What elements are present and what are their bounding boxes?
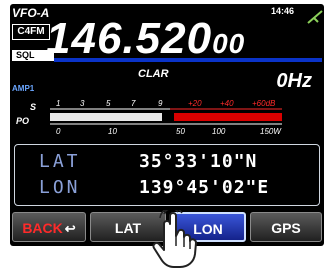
po-meter-label: PO (16, 116, 29, 126)
back-button[interactable]: BACK ↩ (12, 212, 86, 242)
frequency-small: 00 (212, 28, 246, 59)
po-tick-label: 150W (260, 127, 282, 136)
sql-bar (54, 58, 322, 62)
antenna-icon (307, 10, 323, 24)
frequency-display: 146.52000 (46, 14, 245, 64)
s-po-meter: S PO 1 3 5 7 9 +20 +40 +60dB 0 10 50 100… (16, 99, 282, 136)
longitude-value: 139°45'02"E (139, 177, 270, 198)
latitude-label: LAT (39, 151, 81, 172)
s-tick-label: +20 (188, 99, 202, 108)
po-tick-label: 10 (108, 127, 117, 136)
sql-indicator: SQL (12, 50, 54, 61)
s-tick-label: 9 (158, 99, 163, 108)
mode-badge: C4FM (12, 24, 50, 40)
longitude-label: LON (39, 177, 81, 198)
clar-label: CLAR (138, 68, 169, 80)
s-tick-label: 3 (80, 99, 85, 108)
clock: 14:46 (270, 6, 294, 16)
longitude-row: LON 139°45'02"E (15, 177, 319, 203)
meter-bar-white (50, 113, 162, 121)
clar-value: 0Hz (276, 70, 312, 92)
s-tick-label: +60dB (252, 99, 276, 108)
back-button-label: BACK (22, 220, 63, 236)
latitude-row: LAT 35°33'10"N (15, 151, 319, 177)
frequency-main: 146.520 (46, 14, 213, 63)
position-panel: LAT 35°33'10"N LON 139°45'02"E (14, 144, 320, 206)
meter-bar-red (174, 113, 282, 121)
s-meter-label: S (30, 102, 36, 112)
pointing-hand-icon (152, 210, 197, 268)
gps-button[interactable]: GPS (250, 212, 322, 242)
po-tick-label: 50 (176, 127, 185, 136)
s-tick-label: +40 (220, 99, 234, 108)
latitude-value: 35°33'10"N (139, 151, 258, 172)
vfo-label: VFO-A (12, 6, 50, 20)
po-tick-label: 0 (56, 127, 61, 136)
s-tick-label: 1 (56, 99, 60, 108)
amp-label: AMP1 (12, 84, 35, 93)
po-tick-label: 100 (212, 127, 226, 136)
return-arrow-icon: ↩ (64, 221, 76, 236)
s-tick-label: 7 (131, 99, 136, 108)
s-tick-label: 5 (106, 99, 111, 108)
